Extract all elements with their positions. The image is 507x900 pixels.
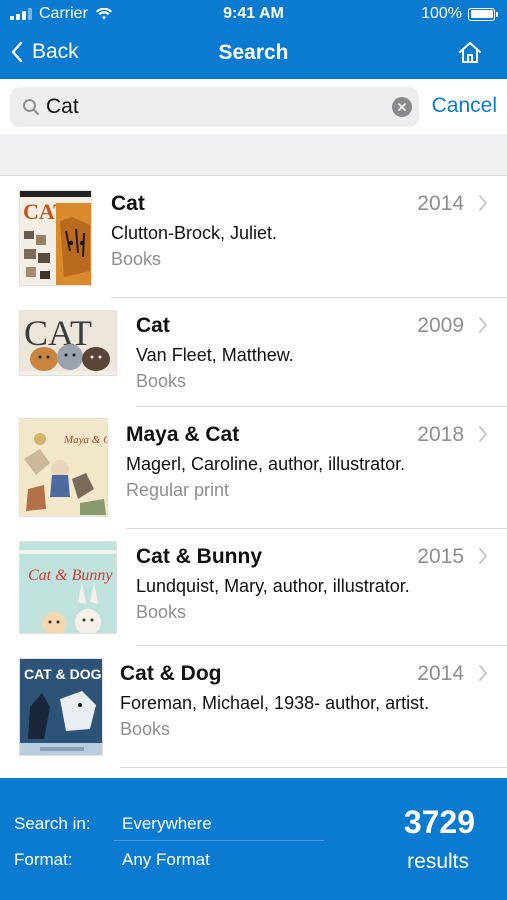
format-selector[interactable]: Any Format [122,850,210,870]
result-year: 2014 [417,662,464,685]
result-author: Magerl, Caroline, author, illustrator. [126,454,406,474]
book-cover: CAT [19,310,117,376]
book-cover: CAT [19,190,92,286]
search-icon [23,99,39,115]
header: Carrier 9:41 AM 100% Back Search [0,0,507,79]
home-icon[interactable] [457,40,483,66]
nav-bar: Back Search [0,30,507,79]
search-row: Cancel [0,79,507,134]
result-title: Cat & Bunny [136,545,262,568]
result-author: Van Fleet, Matthew. [136,345,294,365]
chevron-right-icon [479,195,487,211]
status-bar: Carrier 9:41 AM 100% [0,0,507,30]
result-title: Cat [136,314,170,337]
result-author: Foreman, Michael, 1938- author, artist. [120,693,430,713]
svg-text:CAT & DOG: CAT & DOG [24,666,102,682]
svg-text:Cat & Bunny: Cat & Bunny [28,567,113,584]
result-title: Cat [111,192,145,215]
result-author: Clutton-Brock, Juliet. [111,223,278,243]
result-format: Books [136,371,187,391]
result-title: Cat & Dog [120,662,222,685]
clear-search-button[interactable] [392,97,412,117]
result-year: 2018 [417,423,464,446]
result-year: 2014 [417,192,464,215]
result-format: Books [120,719,171,739]
results-count: 3729 [403,804,475,840]
book-cover: Maya & Cat [19,418,108,517]
filter-divider [114,840,324,841]
format-label: Format: [14,850,73,869]
result-format: Books [136,602,187,622]
chevron-right-icon [479,317,487,333]
list-item[interactable]: CAT Cat Clutton-Brock, Juliet. Books 201… [0,176,507,298]
search-results-screen: Carrier 9:41 AM 100% Back Search Cat Can… [0,0,507,900]
book-cover: Cat & Bunny [19,541,117,634]
list-item[interactable]: CAT Cat Van Fleet, Matthew. Books 2009 [0,298,507,407]
book-cover: CAT & DOG [19,658,103,756]
page-title: Search [218,41,289,64]
result-year: 2015 [417,545,464,568]
result-year: 2009 [417,314,464,337]
result-format: Regular print [126,480,230,500]
chevron-right-icon [479,548,487,564]
result-format: Books [111,249,162,269]
search-field [10,87,419,127]
close-icon [398,103,406,111]
search-in-selector[interactable]: Everywhere [122,814,212,834]
results-count-label: results [407,850,469,873]
status-right: 100% [421,5,498,23]
result-author: Lundquist, Mary, author, illustrator. [136,576,410,596]
cancel-button[interactable]: Cancel [432,94,497,118]
battery-percent: 100% [421,5,462,22]
list-item[interactable]: CAT & DOG Cat & Dog Foreman, Michael, 19… [0,646,507,768]
svg-text:Maya & Cat: Maya & Cat [63,434,108,446]
filter-bar: Search in: Everywhere Format: Any Format… [0,778,507,900]
svg-text:CAT: CAT [24,313,92,353]
list-item[interactable]: Cat & Bunny Cat & Bunny Lundquist, Mary,… [0,529,507,646]
search-in-label: Search in: [14,814,91,833]
section-spacer [0,134,507,176]
battery-icon [468,7,498,21]
list-item[interactable]: Maya & Cat Maya & Cat Magerl, Caroline, … [0,407,507,529]
row-divider [120,767,507,768]
chevron-right-icon [479,665,487,681]
result-title: Maya & Cat [126,423,240,446]
results-list: CAT Cat Clutton-Brock, Juliet. Books 201… [0,176,507,778]
chevron-right-icon [479,426,487,442]
search-input[interactable] [46,87,392,127]
